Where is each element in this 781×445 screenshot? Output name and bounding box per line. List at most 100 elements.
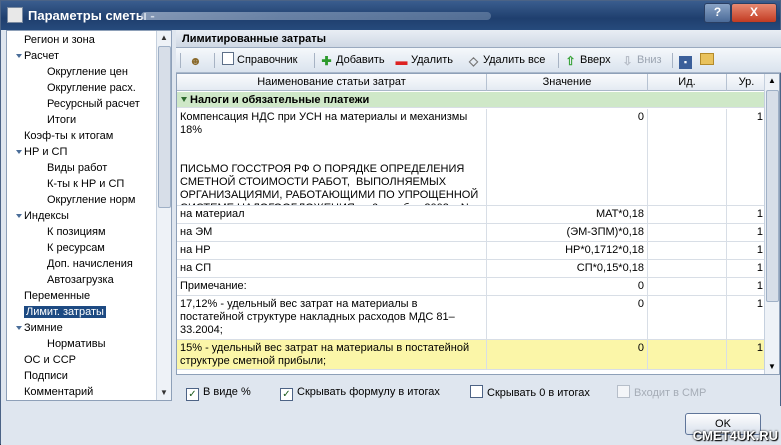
- tree-item-region[interactable]: Регион и зона: [24, 32, 95, 48]
- table-row[interactable]: Примечание: 0 1: [177, 278, 767, 296]
- cell-value[interactable]: НР*0,1712*0,18: [487, 242, 648, 259]
- table-row[interactable]: на СП СП*0,15*0,18 1: [177, 260, 767, 278]
- cell-name[interactable]: на материал: [177, 206, 487, 223]
- tree-item-indexes[interactable]: Индексы: [24, 208, 69, 224]
- sidebar-scrollbar[interactable]: ▲ ▼: [156, 31, 171, 400]
- table-row[interactable]: на материал МАТ*0,18 1: [177, 206, 767, 224]
- cell-level[interactable]: 1: [727, 260, 767, 277]
- scroll-down-icon[interactable]: ▼: [157, 386, 171, 400]
- expand-icon[interactable]: [16, 54, 22, 58]
- checkbox-empty-icon[interactable]: [617, 385, 630, 398]
- tree-item-signatures[interactable]: Подписи: [24, 368, 68, 384]
- move-down-button[interactable]: ⇩ Вниз: [621, 52, 661, 69]
- cell-level[interactable]: 1: [727, 278, 767, 295]
- save-button[interactable]: ▪: [679, 52, 695, 69]
- table-row[interactable]: 17,12% - удельный вес затрат на материал…: [177, 296, 767, 340]
- tree-item-winter[interactable]: Зимние: [24, 320, 63, 336]
- cell-level[interactable]: 1: [727, 296, 767, 339]
- cell-id[interactable]: [648, 340, 727, 369]
- reference-button[interactable]: Справочник: [222, 52, 298, 69]
- tree-item-nr-sp-coefs[interactable]: К-ты к НР и СП: [47, 176, 124, 192]
- table-scrollbar[interactable]: ▲ ▼: [764, 74, 779, 374]
- checkbox-empty-icon[interactable]: [470, 385, 483, 398]
- tree-item-extra-charges[interactable]: Доп. начисления: [47, 256, 133, 272]
- cell-value[interactable]: 0: [487, 109, 648, 205]
- column-header-value[interactable]: Значение: [487, 74, 648, 91]
- tree-item-resource-calc[interactable]: Ресурсный расчет: [47, 96, 140, 112]
- tree-item-expense-rounding[interactable]: Округление расх.: [47, 80, 136, 96]
- hide-formula-checkbox[interactable]: ✓ Скрывать формулу в итогах: [280, 385, 440, 401]
- cell-name[interactable]: Примечание:: [177, 278, 487, 295]
- cell-id[interactable]: [648, 109, 727, 205]
- scroll-thumb[interactable]: [766, 90, 779, 302]
- cell-name[interactable]: на ЭМ: [177, 224, 487, 241]
- cell-level[interactable]: 1: [727, 224, 767, 241]
- cell-level[interactable]: 1: [727, 206, 767, 223]
- collapse-icon[interactable]: [181, 97, 187, 102]
- tree-item-os-ssr[interactable]: ОС и ССР: [24, 352, 76, 368]
- title-bar[interactable]: Параметры сметы - ? X: [1, 1, 780, 30]
- cell-id[interactable]: [648, 260, 727, 277]
- tree-item-comment[interactable]: Комментарий: [24, 384, 93, 400]
- scroll-thumb[interactable]: [158, 46, 171, 208]
- scroll-down-icon[interactable]: ▼: [765, 360, 779, 374]
- expand-icon[interactable]: [16, 326, 22, 330]
- column-header-id[interactable]: Ид.: [648, 74, 727, 91]
- tree-item-limited-costs[interactable]: Лимит. затраты: [24, 304, 106, 320]
- checkbox-checked-icon[interactable]: ✓: [280, 388, 293, 401]
- tree-item-norm-rounding[interactable]: Округление норм: [47, 192, 135, 208]
- percent-checkbox[interactable]: ✓ В виде %: [186, 385, 251, 401]
- column-header-level[interactable]: Ур.: [727, 74, 767, 91]
- open-button[interactable]: [700, 52, 717, 69]
- tree-item-position-indexes[interactable]: К позициям: [47, 224, 106, 240]
- cell-name[interactable]: Компенсация НДС при УСН на материалы и м…: [177, 109, 487, 205]
- cell-name[interactable]: 17,12% - удельный вес затрат на материал…: [177, 296, 487, 339]
- table-row[interactable]: на ЭМ (ЭМ-ЗПМ)*0,18 1: [177, 224, 767, 242]
- cell-value[interactable]: МАТ*0,18: [487, 206, 648, 223]
- delete-button[interactable]: ▬ Удалить: [395, 52, 454, 69]
- close-button[interactable]: X: [731, 3, 777, 23]
- table-row-selected[interactable]: 15% - удельный вес затрат на материалы в…: [177, 340, 767, 370]
- cell-value[interactable]: СП*0,15*0,18: [487, 260, 648, 277]
- scroll-up-icon[interactable]: ▲: [765, 74, 779, 88]
- help-button[interactable]: ?: [704, 3, 731, 23]
- cell-level[interactable]: 1: [727, 242, 767, 259]
- tree-item-calc[interactable]: Расчет: [24, 48, 59, 64]
- tree-item-work-types[interactable]: Виды работ: [47, 160, 107, 176]
- group-row[interactable]: Налоги и обязательные платежи: [177, 92, 767, 108]
- scroll-up-icon[interactable]: ▲: [157, 31, 171, 45]
- include-smr-checkbox[interactable]: Входит в СМР: [617, 385, 706, 400]
- hide-zero-checkbox[interactable]: Скрывать 0 в итогах: [470, 385, 590, 400]
- tree-item-nr-sp[interactable]: НР и СП: [24, 144, 67, 160]
- person-settings-button[interactable]: ☻: [189, 52, 205, 69]
- cell-name[interactable]: 15% - удельный вес затрат на материалы в…: [177, 340, 487, 369]
- cell-value[interactable]: 0: [487, 340, 648, 369]
- checkbox-checked-icon[interactable]: ✓: [186, 388, 199, 401]
- cell-name[interactable]: на НР: [177, 242, 487, 259]
- cell-name[interactable]: на СП: [177, 260, 487, 277]
- column-header-name[interactable]: Наименование статьи затрат: [177, 74, 487, 91]
- cell-id[interactable]: [648, 278, 727, 295]
- expand-icon[interactable]: [16, 214, 22, 218]
- tree-item-totals[interactable]: Итоги: [47, 112, 76, 128]
- delete-all-button[interactable]: ◇ Удалить все: [467, 52, 546, 69]
- cell-value[interactable]: 0: [487, 296, 648, 339]
- cell-id[interactable]: [648, 206, 727, 223]
- tree-item-total-coefs[interactable]: Коэф-ты к итогам: [24, 128, 113, 144]
- tree-item-resource-indexes[interactable]: К ресурсам: [47, 240, 105, 256]
- tree-item-variables[interactable]: Переменные: [24, 288, 90, 304]
- expand-icon[interactable]: [16, 150, 22, 154]
- cell-level[interactable]: 1: [727, 109, 767, 205]
- cell-id[interactable]: [648, 242, 727, 259]
- tree-item-price-rounding[interactable]: Округление цен: [47, 64, 128, 80]
- tree-item-autoload[interactable]: Автозагрузка: [47, 272, 114, 288]
- cell-value[interactable]: 0: [487, 278, 648, 295]
- table-row[interactable]: Компенсация НДС при УСН на материалы и м…: [177, 109, 767, 206]
- cell-level[interactable]: 1: [727, 340, 767, 369]
- add-button[interactable]: ✚ Добавить: [320, 52, 384, 69]
- cell-id[interactable]: [648, 224, 727, 241]
- cell-id[interactable]: [648, 296, 727, 339]
- table-row[interactable]: на НР НР*0,1712*0,18 1: [177, 242, 767, 260]
- move-up-button[interactable]: ⇧ Вверх: [564, 52, 610, 69]
- tree-item-normatives[interactable]: Нормативы: [47, 336, 106, 352]
